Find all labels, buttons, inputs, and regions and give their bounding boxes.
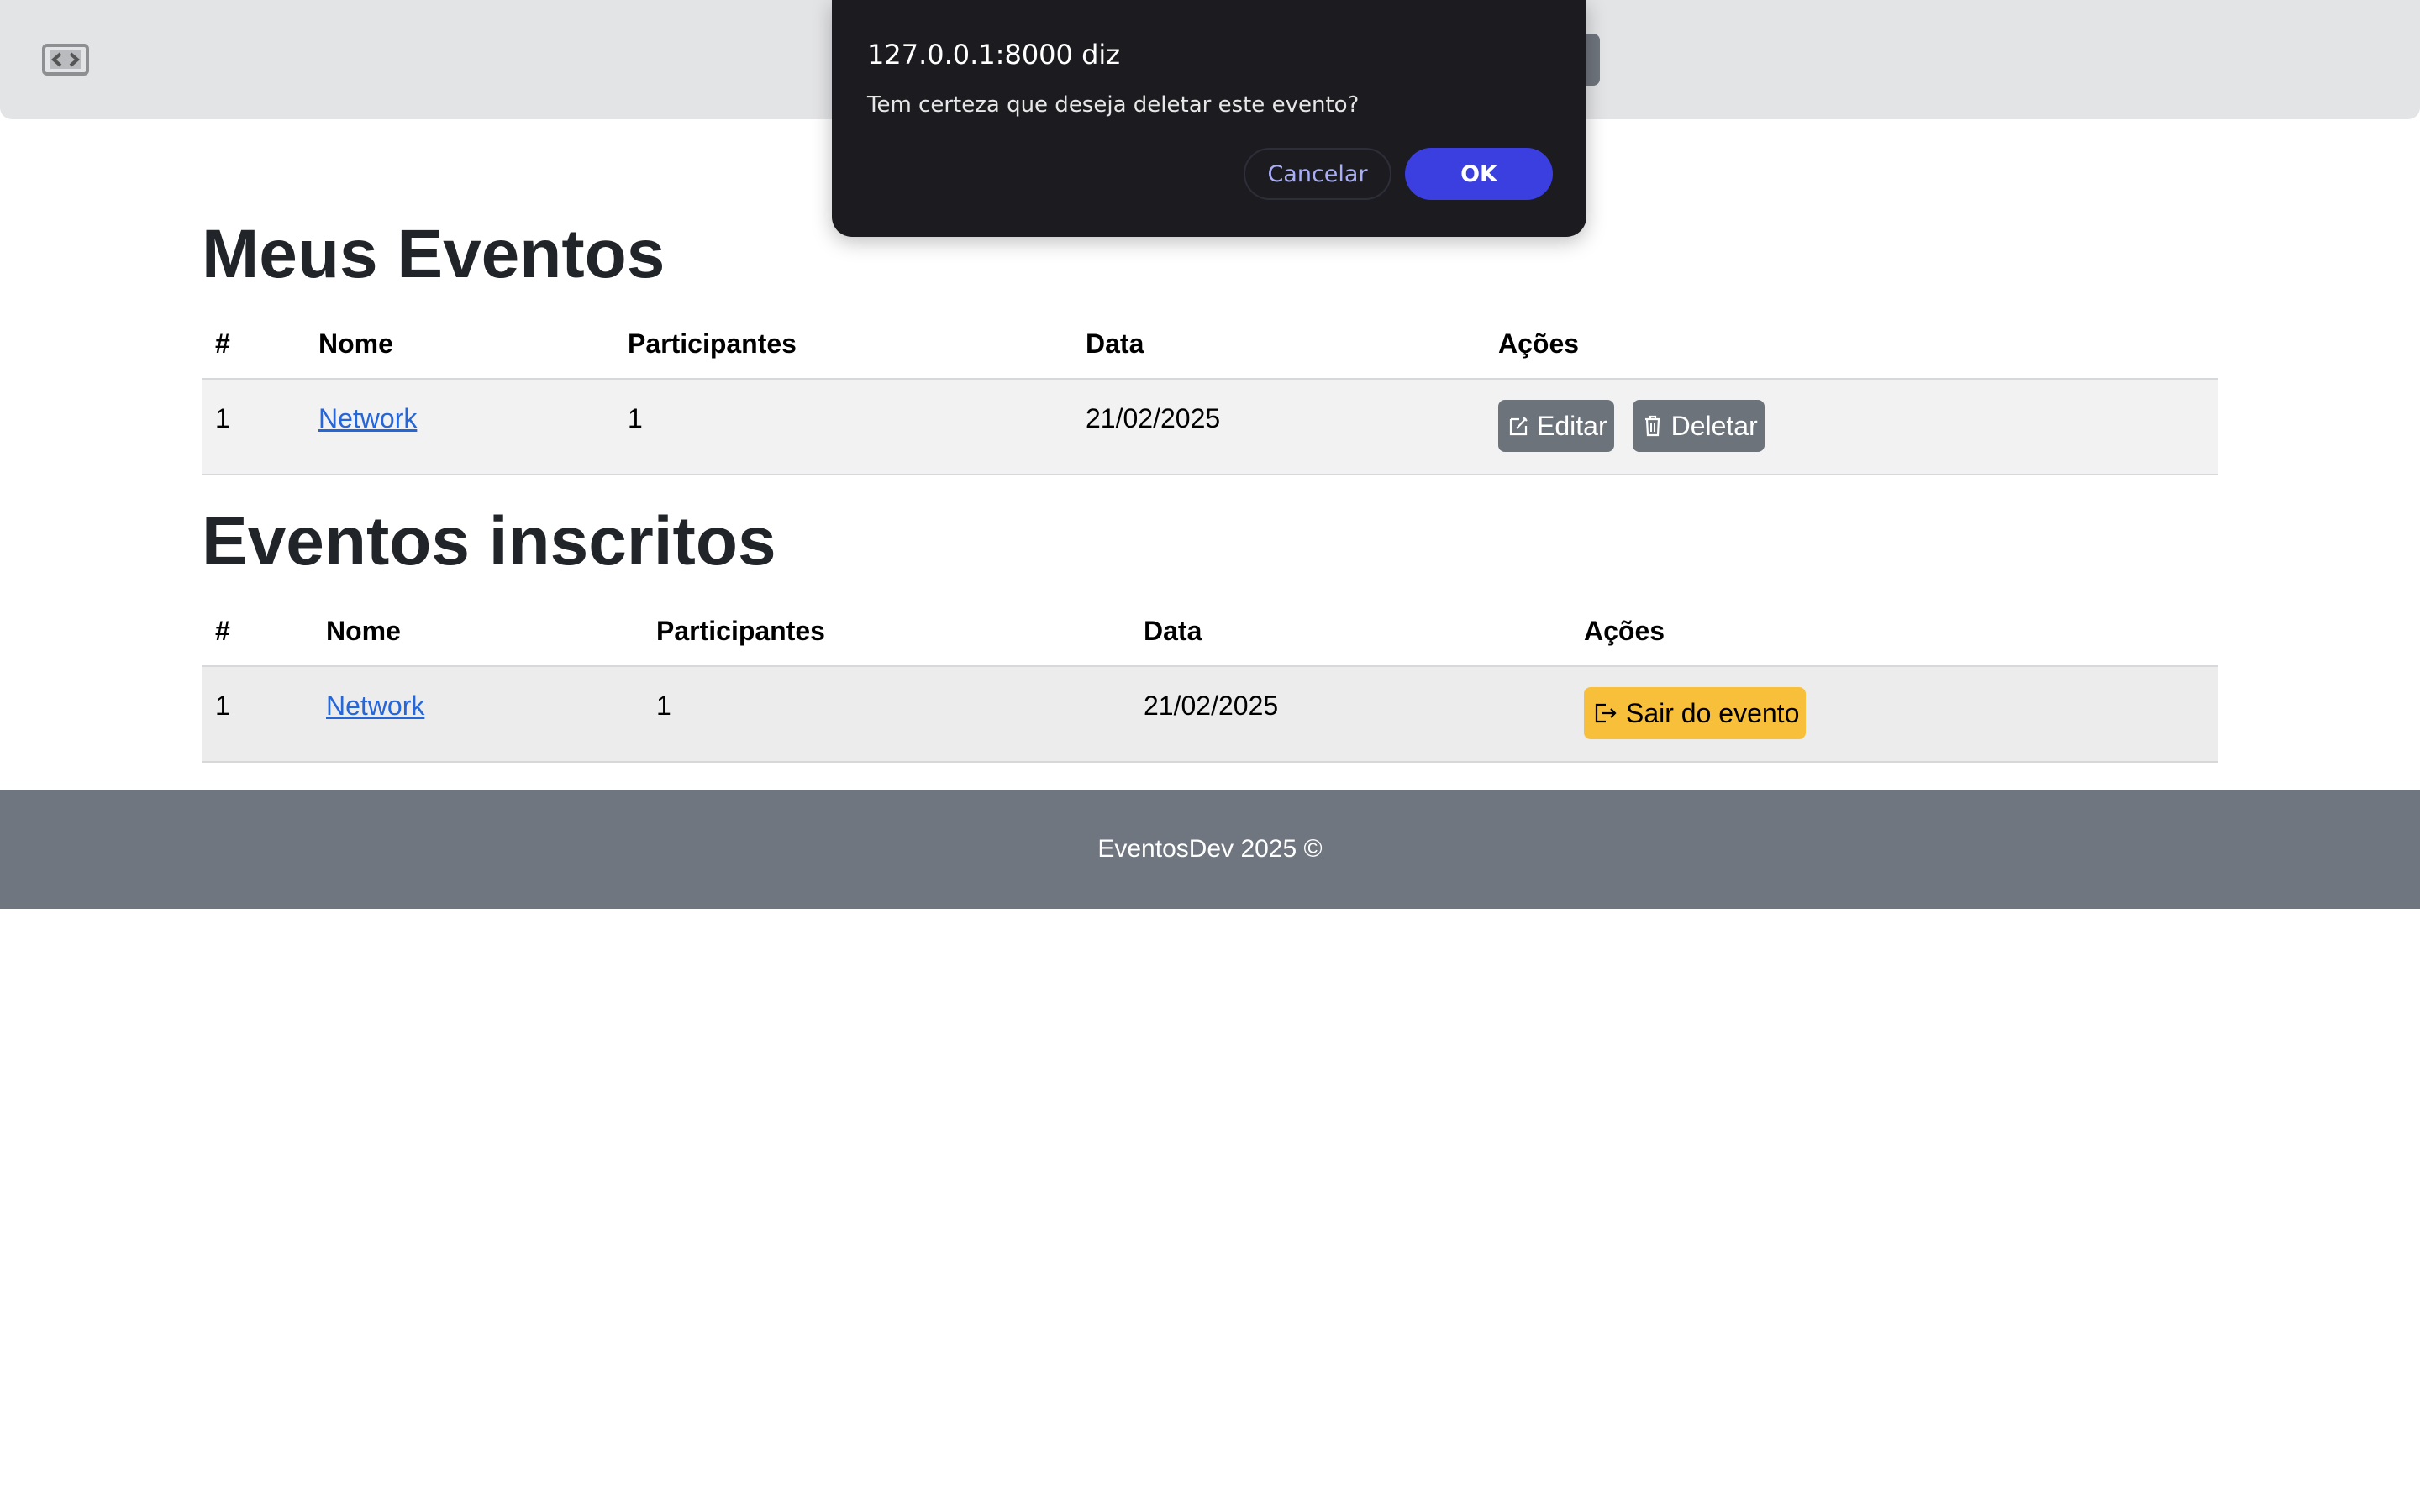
row-name-cell: Network <box>313 666 643 763</box>
col-date-header: Data <box>1072 309 1485 380</box>
table-row: 1 Network 1 21/02/2025 Sair do evento <box>202 666 2218 763</box>
trash-icon <box>1643 414 1663 438</box>
ok-button[interactable]: OK <box>1405 148 1553 200</box>
footer-text: EventosDev 2025 © <box>1097 835 1323 863</box>
dialog-title: 127.0.0.1:8000 diz <box>867 39 1121 71</box>
brand-logo-icon[interactable] <box>42 42 89 77</box>
row-name-cell: Network <box>305 379 614 475</box>
delete-button-label: Deletar <box>1670 410 1758 441</box>
my-events-table: # Nome Participantes Data Ações 1 Networ… <box>202 309 2218 475</box>
confirm-dialog: 127.0.0.1:8000 diz Tem certeza que desej… <box>832 0 1586 237</box>
row-date: 21/02/2025 <box>1072 379 1485 475</box>
event-name-link[interactable]: Network <box>318 403 417 433</box>
col-actions-header: Ações <box>1570 596 2218 667</box>
row-index: 1 <box>202 666 313 763</box>
footer: EventosDev 2025 © <box>0 790 2420 909</box>
edit-button-label: Editar <box>1537 410 1607 441</box>
row-index: 1 <box>202 379 305 475</box>
edit-button[interactable]: Editar <box>1498 400 1614 452</box>
dialog-message: Tem certeza que deseja deletar este even… <box>867 92 1360 118</box>
col-index-header: # <box>202 309 305 380</box>
row-actions: Editar Deletar <box>1485 379 2218 475</box>
table-row: 1 Network 1 21/02/2025 Editar Deletar <box>202 379 2218 475</box>
row-participants: 1 <box>614 379 1072 475</box>
cancel-button[interactable]: Cancelar <box>1244 148 1392 200</box>
row-participants: 1 <box>643 666 1130 763</box>
edit-icon <box>1508 415 1528 437</box>
row-actions: Sair do evento <box>1570 666 2218 763</box>
leave-event-label: Sair do evento <box>1626 697 1800 728</box>
col-participants-header: Participantes <box>614 309 1072 380</box>
col-participants-header: Participantes <box>643 596 1130 667</box>
delete-button[interactable]: Deletar <box>1632 400 1765 452</box>
row-date: 21/02/2025 <box>1130 666 1570 763</box>
my-events-title: Meus Eventos <box>202 216 666 292</box>
col-date-header: Data <box>1130 596 1570 667</box>
event-name-link[interactable]: Network <box>326 690 424 721</box>
col-actions-header: Ações <box>1485 309 2218 380</box>
leave-event-button[interactable]: Sair do evento <box>1584 687 1807 739</box>
table-header-row: # Nome Participantes Data Ações <box>202 309 2218 380</box>
col-name-header: Nome <box>305 309 614 380</box>
exit-icon <box>1594 702 1618 724</box>
col-name-header: Nome <box>313 596 643 667</box>
subscribed-events-title: Eventos inscritos <box>202 503 776 580</box>
subscribed-events-table: # Nome Participantes Data Ações 1 Networ… <box>202 596 2218 763</box>
table-header-row: # Nome Participantes Data Ações <box>202 596 2218 667</box>
col-index-header: # <box>202 596 313 667</box>
